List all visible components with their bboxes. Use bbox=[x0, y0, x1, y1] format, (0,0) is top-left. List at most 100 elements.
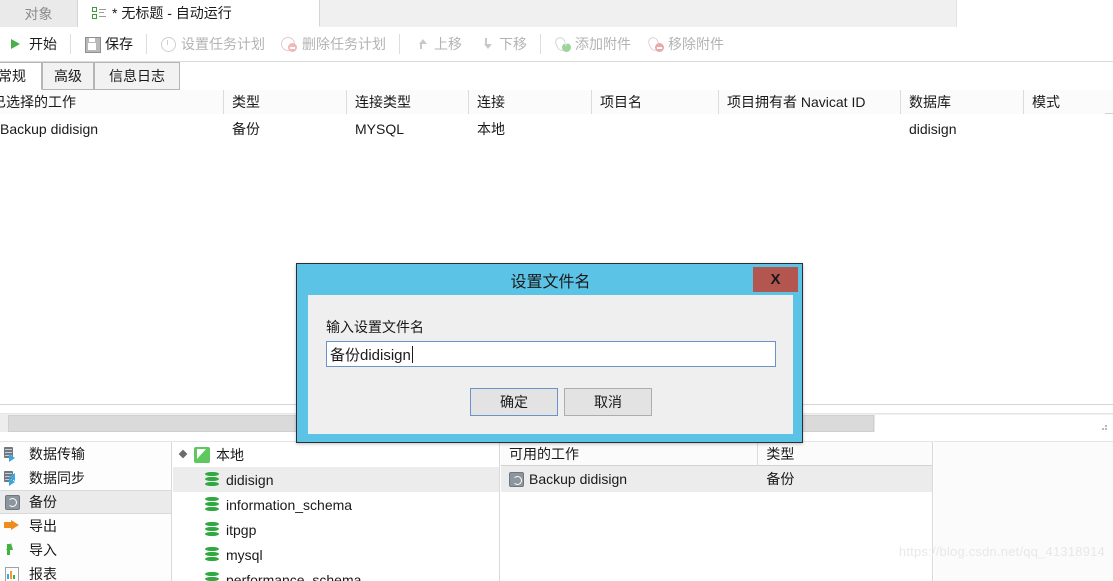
cell-connection-type: MYSQL bbox=[355, 121, 405, 137]
tab-advanced[interactable]: 高级 bbox=[42, 62, 94, 90]
sidebar-item-import[interactable]: 导入 bbox=[0, 538, 171, 562]
column-header-selected-job[interactable]: 已选择的工作 bbox=[0, 90, 224, 114]
column-header-connection-type[interactable]: 连接类型 bbox=[347, 90, 469, 114]
tab-info-log-label: 信息日志 bbox=[109, 68, 165, 84]
data-transfer-icon bbox=[4, 446, 22, 462]
tree-node-connection-local-label: 本地 bbox=[216, 446, 244, 463]
available-jobs-table: 可用的工作 类型 Backup didisign 备份 bbox=[501, 441, 933, 581]
ok-button[interactable]: 确定 bbox=[470, 388, 558, 416]
column-header-connection[interactable]: 连接 bbox=[469, 90, 592, 114]
backup-job-icon bbox=[509, 471, 524, 487]
column-header-project-name[interactable]: 项目名 bbox=[592, 90, 719, 114]
tree-node-database-information-schema-label: information_schema bbox=[226, 496, 353, 513]
table-row[interactable]: Backup didisign 备份 MYSQL 本地 didisign bbox=[0, 115, 1113, 143]
toolbar-divider-1 bbox=[70, 34, 71, 54]
data-sync-icon bbox=[4, 470, 22, 486]
column-header-connection-type-label: 连接类型 bbox=[355, 94, 411, 110]
column-header-project-owner-navicat-id[interactable]: 项目拥有者 Navicat ID bbox=[719, 90, 901, 114]
tree-node-database-didisign[interactable]: didisign bbox=[173, 467, 499, 492]
tree-node-database-mysql[interactable]: mysql bbox=[173, 542, 499, 567]
column-header-available-type-label: 类型 bbox=[766, 446, 795, 462]
cell-selected-job: Backup didisign bbox=[0, 115, 224, 143]
tree-node-connection-local[interactable]: 本地 bbox=[173, 442, 499, 467]
tree-node-database-performance-schema[interactable]: performance_schema bbox=[173, 567, 499, 581]
set-task-schedule-button[interactable]: 设置任务计划 bbox=[152, 31, 273, 57]
available-jobs-table-header: 可用的工作 类型 bbox=[501, 442, 932, 466]
column-header-connection-label: 连接 bbox=[477, 94, 505, 110]
scrollbar-left-button[interactable] bbox=[0, 415, 8, 432]
start-button[interactable]: 开始 bbox=[0, 31, 65, 57]
column-header-database-label: 数据库 bbox=[909, 94, 951, 110]
move-down-button[interactable]: 下移 bbox=[470, 31, 535, 57]
cell-database: didisign bbox=[909, 121, 957, 137]
sidebar-item-import-label: 导入 bbox=[29, 542, 57, 558]
tree-node-database-information-schema[interactable]: information_schema bbox=[173, 492, 499, 517]
resize-grip-icon[interactable] bbox=[1099, 422, 1107, 430]
database-icon bbox=[205, 472, 219, 487]
tab-advanced-label: 高级 bbox=[54, 68, 82, 84]
chevron-down-icon[interactable] bbox=[178, 448, 191, 461]
cell-selected-job-label: Backup didisign bbox=[0, 121, 99, 137]
move-down-label: 下移 bbox=[499, 36, 527, 52]
tree-node-database-mysql-label: mysql bbox=[226, 546, 263, 563]
delete-task-schedule-button[interactable]: 删除任务计划 bbox=[273, 31, 394, 57]
sidebar-item-backup[interactable]: 备份 bbox=[0, 490, 171, 514]
import-icon bbox=[4, 542, 22, 558]
database-tree: 本地 didisign information_schema itpgp mys… bbox=[173, 441, 500, 581]
tab-general-label: 常规 bbox=[0, 68, 26, 84]
add-attachment-label: 添加附件 bbox=[575, 36, 631, 52]
tab-info-log[interactable]: 信息日志 bbox=[94, 62, 180, 90]
scrollbar-track-right[interactable] bbox=[874, 415, 1113, 432]
profile-name-dialog: 设置文件名 X 输入设置文件名 备份didisign 确定 取消 bbox=[296, 263, 803, 443]
save-button[interactable]: 保存 bbox=[76, 31, 141, 57]
report-icon bbox=[4, 566, 22, 581]
close-icon[interactable]: X bbox=[753, 267, 798, 292]
column-header-mode-label: 模式 bbox=[1032, 94, 1060, 110]
dialog-title: 设置文件名 bbox=[510, 273, 591, 291]
selected-jobs-table-header: 已选择的工作 类型 连接类型 连接 项目名 项目拥有者 Navicat ID 数… bbox=[0, 90, 1113, 114]
remove-attachment-button[interactable]: 移除附件 bbox=[639, 31, 732, 57]
column-header-available-job-label: 可用的工作 bbox=[509, 446, 579, 462]
dialog-body: 输入设置文件名 备份didisign 确定 取消 bbox=[308, 295, 793, 434]
cell-available-type: 备份 bbox=[766, 471, 795, 487]
cell-project-owner-navicat-id bbox=[719, 115, 901, 143]
sidebar-item-report[interactable]: 报表 bbox=[0, 562, 171, 581]
cell-project-name bbox=[592, 115, 719, 143]
column-header-mode[interactable]: 模式 bbox=[1024, 90, 1105, 114]
sidebar-item-data-transfer[interactable]: 数据传输 bbox=[0, 442, 171, 466]
document-tab-automation-run[interactable]: * 无标题 - 自动运行 bbox=[78, 0, 320, 27]
add-attachment-button[interactable]: 添加附件 bbox=[546, 31, 639, 57]
tree-node-database-itpgp[interactable]: itpgp bbox=[173, 517, 499, 542]
list-item[interactable]: Backup didisign 备份 bbox=[501, 466, 932, 492]
column-header-available-job[interactable]: 可用的工作 bbox=[501, 442, 759, 466]
arrow-down-icon bbox=[478, 36, 494, 52]
database-icon bbox=[205, 547, 219, 562]
tree-node-database-itpgp-label: itpgp bbox=[226, 521, 257, 538]
column-header-type[interactable]: 类型 bbox=[224, 90, 347, 114]
sidebar-item-export[interactable]: 导出 bbox=[0, 514, 171, 538]
set-task-schedule-label: 设置任务计划 bbox=[181, 36, 265, 52]
sidebar-item-data-sync[interactable]: 数据同步 bbox=[0, 466, 171, 490]
move-up-button[interactable]: 上移 bbox=[405, 31, 470, 57]
paperclip-remove-icon bbox=[647, 36, 664, 52]
document-tab-objects[interactable]: 对象 bbox=[0, 0, 78, 27]
profile-name-input[interactable]: 备份didisign bbox=[326, 341, 776, 367]
main-toolbar: 开始 保存 设置任务计划 删除任务计划 上移 下移 添加附件 移除附件 bbox=[0, 27, 1113, 62]
database-icon bbox=[205, 497, 219, 512]
document-tab-strip-right-area bbox=[956, 0, 1113, 27]
tab-general[interactable]: 常规 bbox=[0, 62, 42, 90]
connection-icon bbox=[194, 446, 210, 463]
cell-available-job-label: Backup didisign bbox=[529, 471, 628, 487]
column-header-database[interactable]: 数据库 bbox=[901, 90, 1024, 114]
cell-available-job: Backup didisign bbox=[501, 466, 758, 492]
database-icon bbox=[205, 522, 219, 537]
start-button-label: 开始 bbox=[29, 36, 57, 52]
automation-run-icon bbox=[92, 6, 106, 20]
sidebar-item-data-sync-label: 数据同步 bbox=[29, 470, 85, 486]
arrow-up-icon bbox=[413, 36, 429, 52]
clock-delete-icon bbox=[281, 36, 297, 52]
tree-node-database-performance-schema-label: performance_schema bbox=[226, 571, 362, 581]
save-button-label: 保存 bbox=[105, 36, 133, 52]
column-header-available-type[interactable]: 类型 bbox=[758, 442, 932, 466]
cancel-button[interactable]: 取消 bbox=[564, 388, 652, 416]
